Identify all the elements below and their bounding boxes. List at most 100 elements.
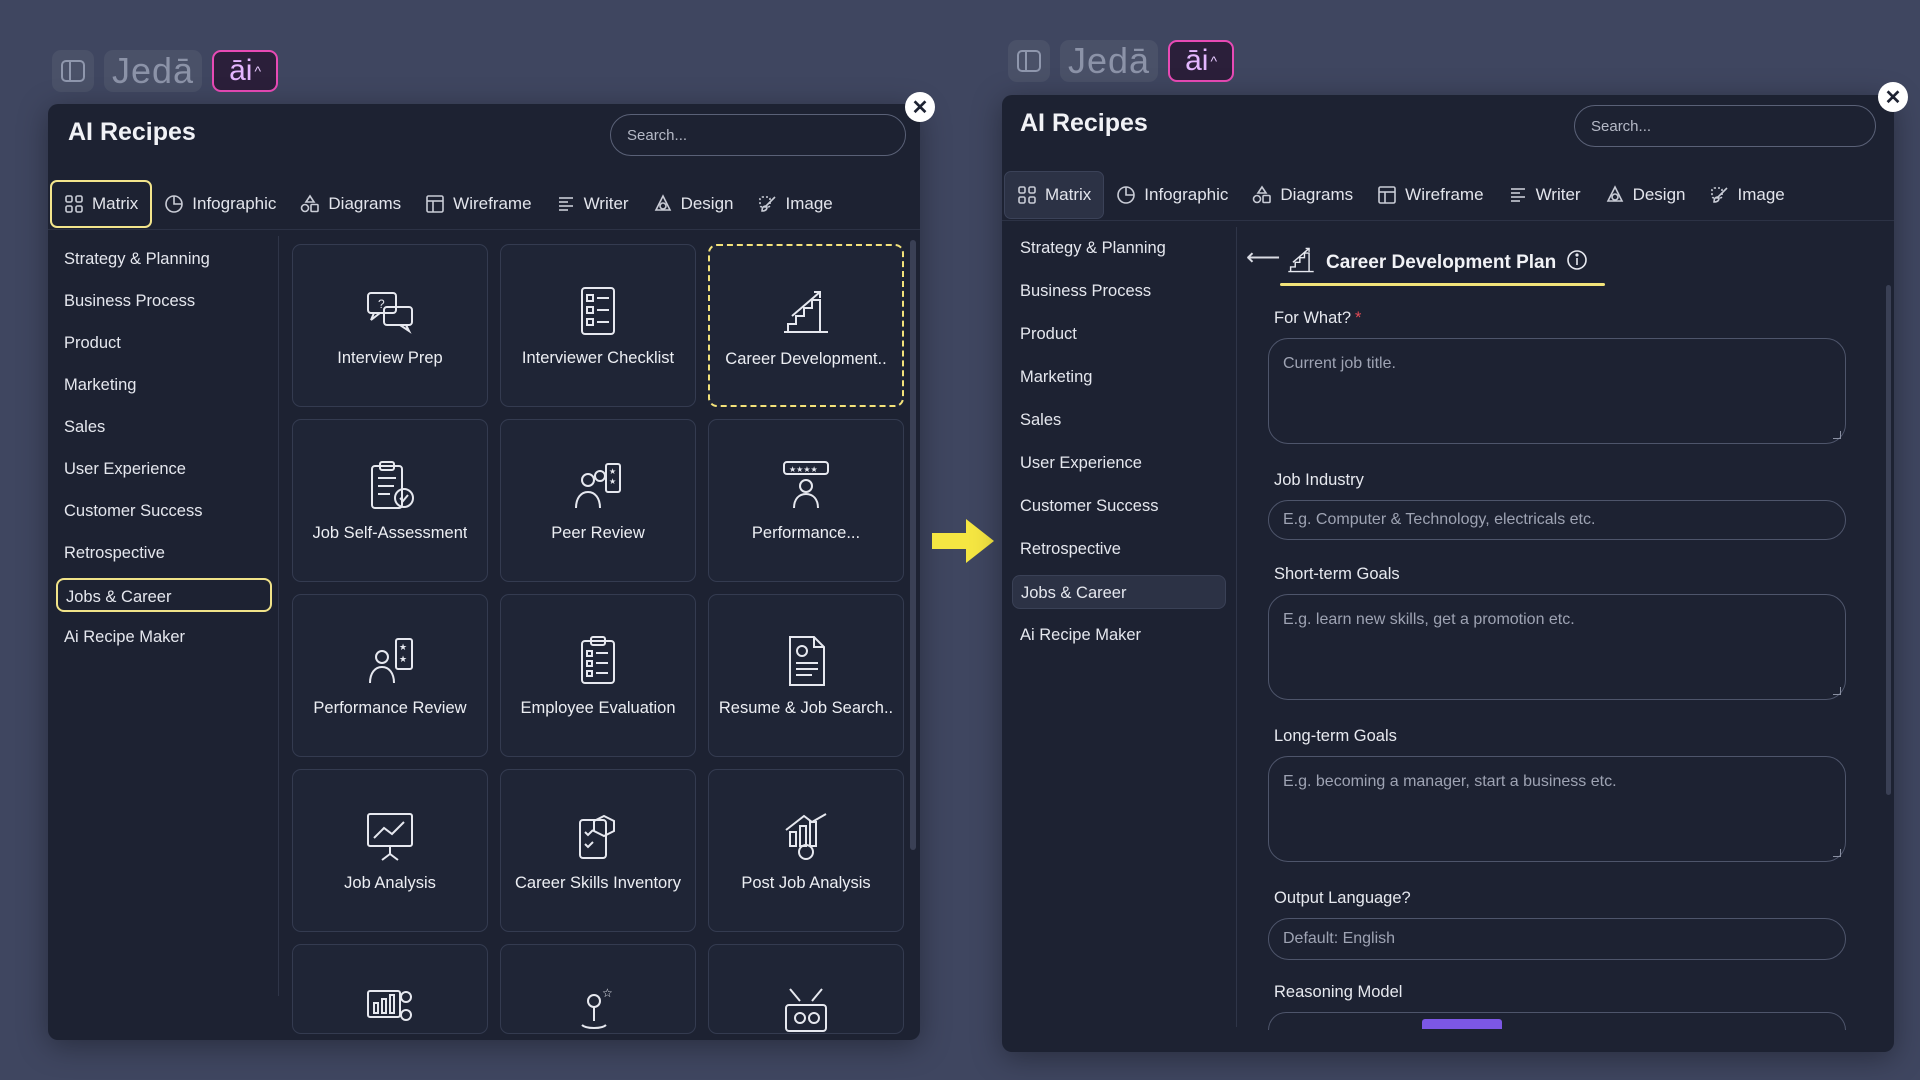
recipe-card-partial[interactable]: ☆ xyxy=(500,944,696,1034)
tab-label: Infographic xyxy=(1144,184,1229,204)
reasoning-model-select[interactable] xyxy=(1268,1012,1846,1030)
recipe-card-employee-evaluation[interactable]: Employee Evaluation xyxy=(500,594,696,757)
field-label-output-language: Output Language? xyxy=(1274,889,1411,907)
close-icon[interactable]: ✕ xyxy=(1878,82,1908,112)
category-marketing[interactable]: Marketing xyxy=(56,368,272,402)
category-user-experience[interactable]: User Experience xyxy=(1012,446,1226,480)
rating-person-icon: ★★★★ xyxy=(780,460,832,512)
evaluation-clipboard-icon xyxy=(572,635,624,687)
back-arrow-icon[interactable]: ⟵ xyxy=(1246,243,1280,272)
resize-handle-icon[interactable] xyxy=(1833,687,1841,695)
info-icon[interactable] xyxy=(1566,249,1588,277)
design-icon xyxy=(653,193,673,214)
scrollbar[interactable] xyxy=(910,240,916,850)
resize-handle-icon[interactable] xyxy=(1833,431,1841,439)
job-industry-input[interactable]: E.g. Computer & Technology, electricals … xyxy=(1268,500,1846,540)
tab-design[interactable]: Design xyxy=(641,180,746,228)
recipe-card-career-development[interactable]: Career Development.. xyxy=(708,244,904,407)
close-icon[interactable]: ✕ xyxy=(905,92,935,122)
tab-image[interactable]: Image xyxy=(1698,171,1797,219)
tab-diagrams[interactable]: Diagrams xyxy=(1240,171,1365,219)
category-list: Strategy & Planning Business Process Pro… xyxy=(56,242,272,662)
recipe-card-job-self-assessment[interactable]: Job Self-Assessment xyxy=(292,419,488,582)
category-sales[interactable]: Sales xyxy=(1012,403,1226,437)
tab-wireframe[interactable]: Wireframe xyxy=(413,180,543,228)
scrollbar[interactable] xyxy=(1886,285,1891,795)
tab-infographic[interactable]: Infographic xyxy=(152,180,288,228)
design-icon xyxy=(1605,184,1625,205)
sidebar-toggle-icon[interactable] xyxy=(1008,40,1050,82)
chevron-up-icon: ^ xyxy=(1210,53,1218,69)
resize-handle-icon[interactable] xyxy=(1833,849,1841,857)
search-input[interactable] xyxy=(1574,105,1876,147)
category-business-process[interactable]: Business Process xyxy=(56,284,272,318)
output-language-input[interactable]: Default: English xyxy=(1268,918,1846,960)
recipe-card-resume-job-search[interactable]: Resume & Job Search.. xyxy=(708,594,904,757)
tab-writer[interactable]: Writer xyxy=(544,180,641,228)
category-customer-success[interactable]: Customer Success xyxy=(1012,489,1226,523)
ai-label: āi xyxy=(1185,44,1209,77)
category-product[interactable]: Product xyxy=(1012,317,1226,351)
recipe-card-performance-review[interactable]: ★ ★ Performance Review xyxy=(292,594,488,757)
recipe-card-partial[interactable] xyxy=(708,944,904,1034)
brush-icon xyxy=(1710,185,1730,205)
category-marketing[interactable]: Marketing xyxy=(1012,360,1226,394)
category-sales[interactable]: Sales xyxy=(56,410,272,444)
category-ai-recipe-maker[interactable]: Ai Recipe Maker xyxy=(56,620,272,654)
category-jobs-career[interactable]: Jobs & Career xyxy=(56,578,272,612)
recipe-card-performance[interactable]: ★★★★ Performance... xyxy=(708,419,904,582)
category-customer-success[interactable]: Customer Success xyxy=(56,494,272,528)
svg-text:★: ★ xyxy=(399,642,407,652)
placeholder-text: Default: English xyxy=(1283,930,1396,947)
tab-diagrams[interactable]: Diagrams xyxy=(288,180,413,228)
person-star-icon: ☆ xyxy=(572,985,624,1037)
field-label-job-industry: Job Industry xyxy=(1274,471,1364,489)
divider xyxy=(1236,227,1237,1027)
category-retrospective[interactable]: Retrospective xyxy=(56,536,272,570)
category-user-experience[interactable]: User Experience xyxy=(56,452,272,486)
presentation-chart-icon xyxy=(364,810,416,862)
recipe-form-title: Career Development Plan xyxy=(1286,245,1588,281)
chevron-up-icon: ^ xyxy=(254,63,262,79)
tab-image[interactable]: Image xyxy=(746,180,845,228)
tab-writer[interactable]: Writer xyxy=(1496,171,1593,219)
long-term-goals-textarea[interactable]: E.g. becoming a manager, start a busines… xyxy=(1268,756,1846,862)
ai-button[interactable]: āi ^ xyxy=(1168,40,1235,82)
card-label: Resume & Job Search.. xyxy=(718,699,894,717)
category-strategy-planning[interactable]: Strategy & Planning xyxy=(1012,231,1226,265)
ai-button[interactable]: āi ^ xyxy=(212,50,279,92)
category-product[interactable]: Product xyxy=(56,326,272,360)
tab-label: Writer xyxy=(1535,184,1581,204)
placeholder-text: E.g. Computer & Technology, electricals … xyxy=(1283,511,1596,528)
category-retrospective[interactable]: Retrospective xyxy=(1012,532,1226,566)
chat-bubbles-icon: ? xyxy=(364,285,416,337)
recipe-card-peer-review[interactable]: ★ ★ Peer Review xyxy=(500,419,696,582)
recipe-card-job-analysis[interactable]: Job Analysis xyxy=(292,769,488,932)
tab-matrix[interactable]: Matrix xyxy=(50,179,153,228)
sidebar-toggle-icon[interactable] xyxy=(52,50,94,92)
search-input[interactable] xyxy=(610,114,906,156)
for-what-textarea[interactable]: Current job title. xyxy=(1268,338,1846,444)
form-title-text: Career Development Plan xyxy=(1326,252,1557,273)
tab-infographic[interactable]: Infographic xyxy=(1104,171,1240,219)
recipe-card-partial[interactable] xyxy=(292,944,488,1034)
tab-label: Image xyxy=(1737,184,1785,204)
placeholder-text: E.g. becoming a manager, start a busines… xyxy=(1283,773,1617,790)
category-business-process[interactable]: Business Process xyxy=(1012,274,1226,308)
recipe-card-post-job-analysis[interactable]: Post Job Analysis xyxy=(708,769,904,932)
tab-wireframe[interactable]: Wireframe xyxy=(1365,171,1495,219)
tab-design[interactable]: Design xyxy=(1593,171,1698,219)
recipe-card-interviewer-checklist[interactable]: Interviewer Checklist xyxy=(500,244,696,407)
short-term-goals-textarea[interactable]: E.g. learn new skills, get a promotion e… xyxy=(1268,594,1846,700)
clipboard-check-icon xyxy=(364,460,416,512)
layout-icon xyxy=(1377,185,1397,205)
right-toolbar: Jedā āi ^ xyxy=(1008,40,1235,82)
category-jobs-career[interactable]: Jobs & Career xyxy=(1012,575,1226,609)
recipe-card-interview-prep[interactable]: ? Interview Prep xyxy=(292,244,488,407)
category-strategy-planning[interactable]: Strategy & Planning xyxy=(56,242,272,276)
recipe-card-career-skills-inventory[interactable]: Career Skills Inventory xyxy=(500,769,696,932)
tab-matrix[interactable]: Matrix xyxy=(1004,170,1105,219)
category-ai-recipe-maker[interactable]: Ai Recipe Maker xyxy=(1012,618,1226,652)
tab-bar: Matrix Infographic Diagrams Wireframe Wr… xyxy=(48,178,920,230)
text-icon xyxy=(1508,185,1528,205)
